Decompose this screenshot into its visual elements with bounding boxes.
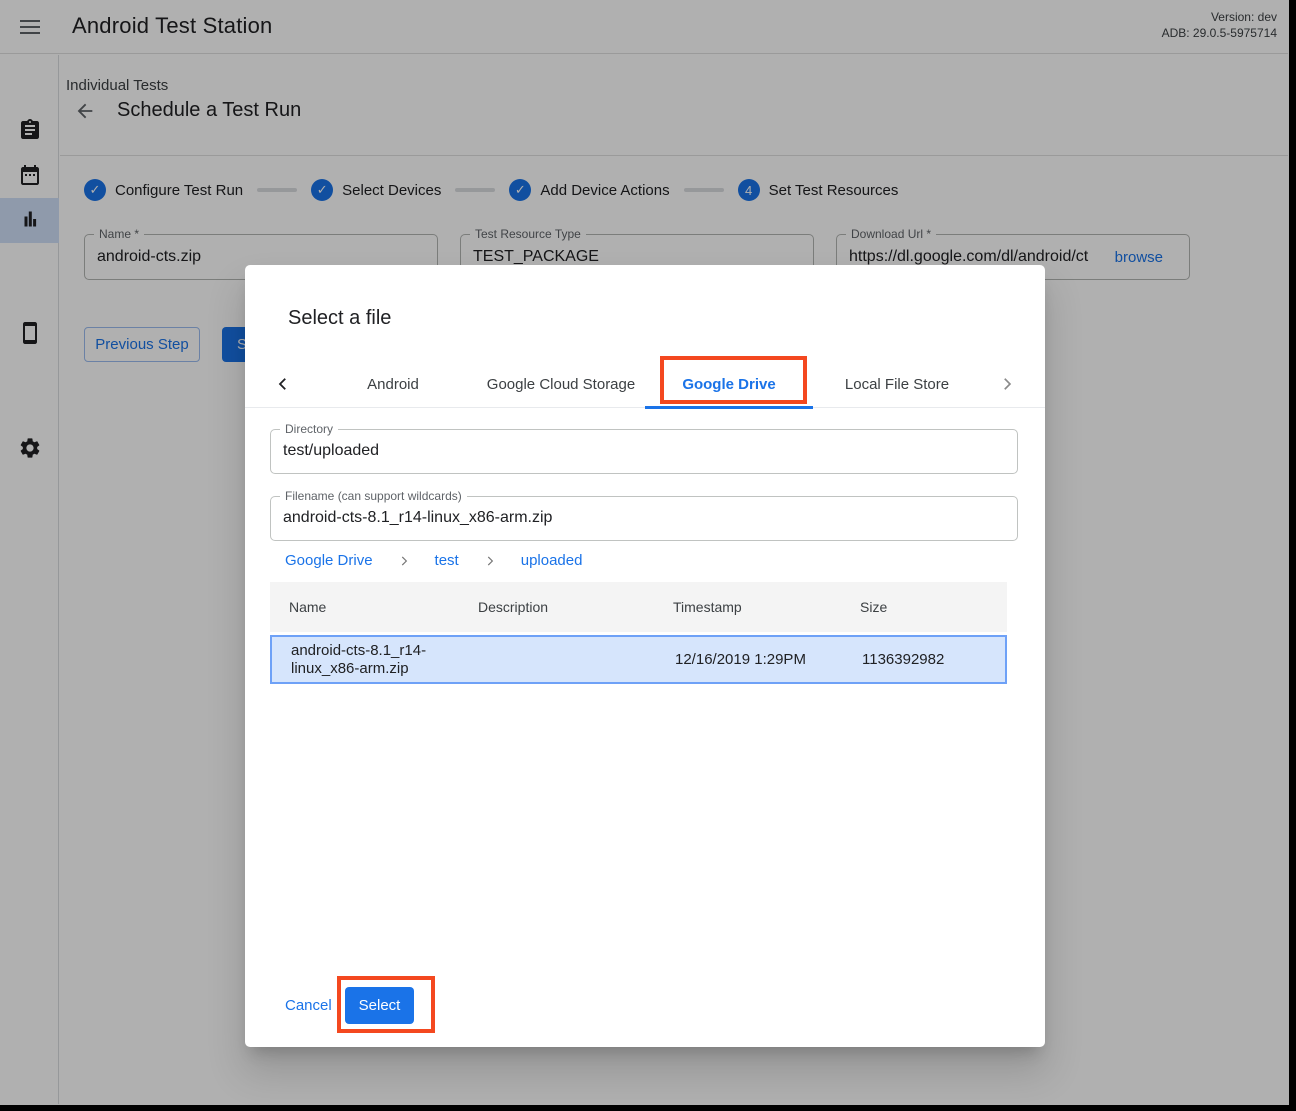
tab-google-cloud-storage[interactable]: Google Cloud Storage [477,360,645,408]
table-row-selected-file[interactable]: android-cts-8.1_r14-linux_x86-arm.zip 12… [270,635,1007,684]
tab-bar: Android Google Cloud Storage Google Driv… [245,360,1045,408]
tabs-scroll-left-button[interactable] [267,360,299,408]
chevron-right-icon [397,554,411,568]
file-size-cell: 1136392982 [862,651,1005,668]
select-file-dialog: Select a file Android Google Cloud Stora… [245,265,1045,1047]
file-table-header: Name Description Timestamp Size [270,582,1007,632]
column-header-name: Name [270,598,478,616]
filename-field-label: Filename (can support wildcards) [280,489,467,503]
tabs-scroll-right-button[interactable] [991,360,1023,408]
tabs: Android Google Cloud Storage Google Driv… [309,360,981,408]
directory-field-label: Directory [280,422,338,436]
column-header-description: Description [478,599,673,615]
screen: Android Test Station Version: dev ADB: 2… [0,0,1296,1111]
chevron-right-icon [998,375,1016,393]
breadcrumb-uploaded[interactable]: uploaded [521,552,583,569]
directory-field-value: test/uploaded [283,442,1009,460]
chevron-right-icon [483,554,497,568]
breadcrumb-google-drive[interactable]: Google Drive [285,552,373,569]
select-button[interactable]: Select [345,987,414,1024]
column-header-size: Size [860,599,1007,615]
filename-field-value: android-cts-8.1_r14-linux_x86-arm.zip [283,509,1009,527]
window-edge-right [1289,0,1296,1111]
window-edge-bottom [0,1105,1296,1111]
breadcrumb: Google Drive test uploaded [285,552,582,569]
column-header-timestamp: Timestamp [673,599,860,615]
chevron-left-icon [274,375,292,393]
file-name-cell: android-cts-8.1_r14-linux_x86-arm.zip [272,642,480,678]
filename-field[interactable]: Filename (can support wildcards) android… [270,496,1018,541]
dialog-title: Select a file [288,307,391,330]
tab-local-file-store[interactable]: Local File Store [813,360,981,408]
tab-google-drive[interactable]: Google Drive [645,360,813,408]
cancel-button[interactable]: Cancel [285,997,332,1014]
directory-field[interactable]: Directory test/uploaded [270,429,1018,474]
tab-android[interactable]: Android [309,360,477,408]
file-timestamp-cell: 12/16/2019 1:29PM [675,651,862,668]
breadcrumb-test[interactable]: test [435,552,459,569]
